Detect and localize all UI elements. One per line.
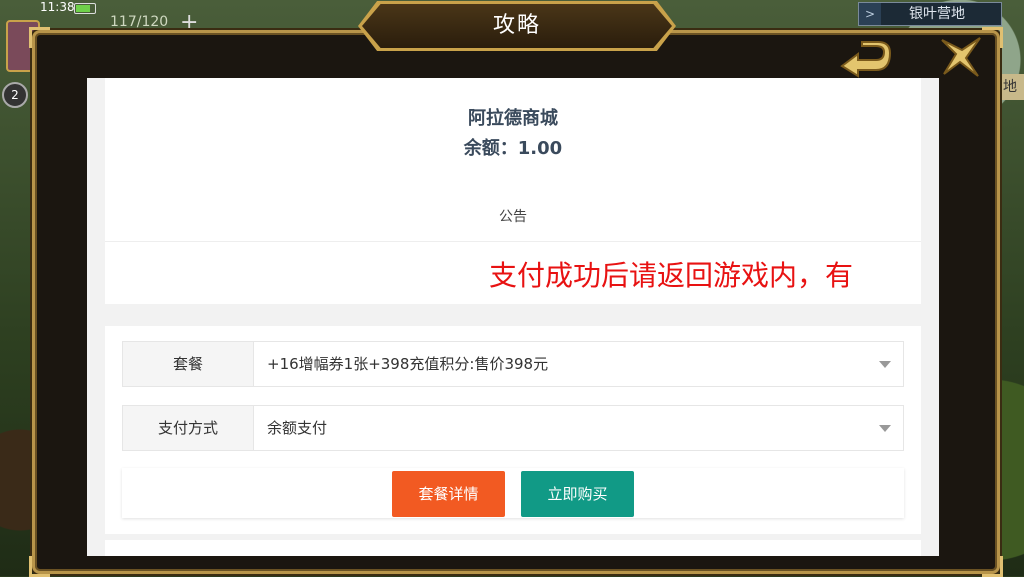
- close-x-icon: [941, 37, 981, 77]
- location-name: 银叶营地: [909, 6, 965, 22]
- status-time: 11:38: [40, 0, 75, 14]
- payment-value[interactable]: 余额支付: [267, 406, 327, 450]
- frame-corner-ornament: [29, 27, 50, 48]
- button-bar: 套餐详情 立即购买: [122, 468, 904, 518]
- payment-label: 支付方式: [123, 406, 254, 450]
- payment-method-select[interactable]: 支付方式 余额支付: [122, 405, 904, 451]
- expand-arrow-icon[interactable]: >: [859, 3, 881, 25]
- balance-text: 余额：1.00: [463, 138, 563, 159]
- package-select[interactable]: 套餐 +16增幅券1张+398充值积分:售价398元: [122, 341, 904, 387]
- dialog-title: 攻略: [492, 13, 541, 38]
- chevron-down-icon[interactable]: [879, 425, 891, 432]
- notice-marquee-text: 支付成功后请返回游戏内，有: [489, 259, 854, 292]
- buy-now-button[interactable]: 立即购买: [521, 471, 634, 517]
- frame-corner-ornament: [982, 27, 1003, 48]
- purchase-form-card: 套餐 +16增幅券1张+398充值积分:售价398元 支付方式 余额支付 套餐详…: [105, 326, 921, 534]
- package-label: 套餐: [123, 342, 254, 386]
- shop-webview: 阿拉德商城 余额：1.00 公告 支付成功后请返回游戏内，有 套餐 +16增幅券…: [87, 78, 939, 556]
- chevron-down-icon[interactable]: [879, 361, 891, 368]
- left-hud: 2: [0, 10, 40, 570]
- location-bar[interactable]: > 银叶营地: [858, 2, 1002, 26]
- package-details-button[interactable]: 套餐详情: [392, 471, 505, 517]
- package-value[interactable]: +16增幅券1张+398充值积分:售价398元: [267, 342, 548, 386]
- notice-title: 公告: [499, 209, 527, 225]
- back-arrow-icon: [840, 41, 892, 78]
- notice-marquee: 支付成功后请返回游戏内，有: [105, 242, 905, 302]
- battery-icon: [74, 3, 96, 14]
- frame-corner-ornament: [982, 556, 1003, 577]
- footer-card: [105, 540, 921, 556]
- back-button[interactable]: [836, 40, 894, 78]
- shop-header-card: 阿拉德商城 余额：1.00 公告 支付成功后请返回游戏内，有: [105, 78, 921, 304]
- stamina-counter: 117/120: [110, 14, 169, 30]
- shop-name: 阿拉德商城: [468, 108, 558, 129]
- side-map-hint[interactable]: 地: [996, 74, 1024, 100]
- close-button[interactable]: [938, 34, 984, 80]
- level-badge: 2: [2, 82, 28, 108]
- frame-corner-ornament: [29, 556, 50, 577]
